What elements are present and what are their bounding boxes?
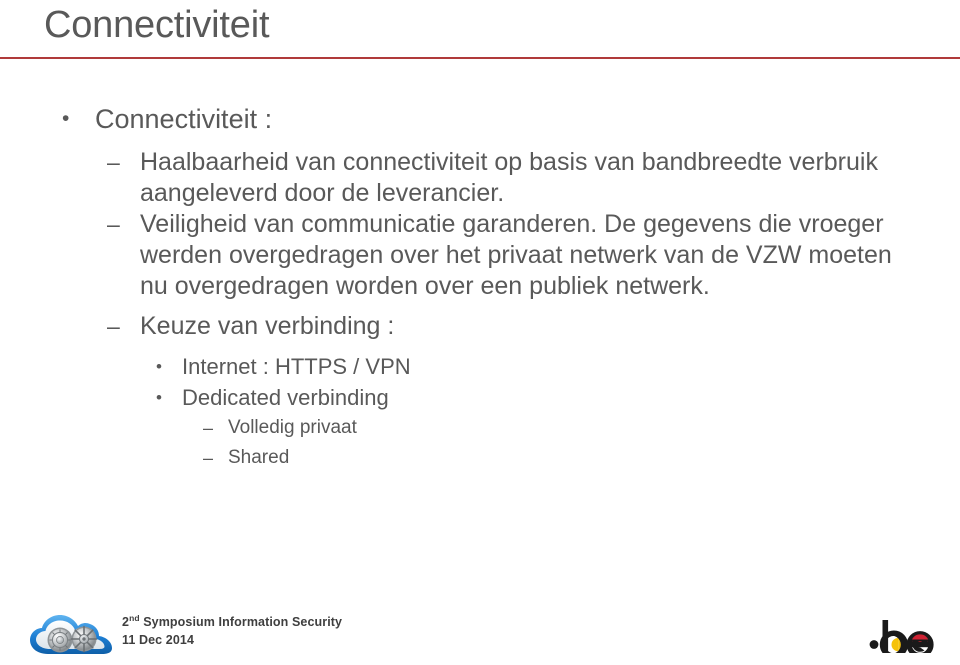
dash-marker: – [203, 418, 214, 438]
list-item: – Keuze van verbinding : [0, 311, 960, 342]
list-item-text: Volledig privaat [228, 417, 357, 438]
list-item-text: Shared [228, 447, 290, 468]
footer-event-number: 2 [122, 615, 130, 629]
slide-footer: 2nd Symposium Information Security 11 De… [0, 603, 960, 665]
dash-marker: – [107, 149, 120, 175]
slide-body: • Connectiviteit : – Haalbaarheid van co… [0, 100, 960, 473]
vault-dial-right [70, 625, 98, 653]
list-item-text: Dedicated verbinding [182, 385, 389, 410]
dash-marker: – [107, 211, 120, 237]
list-item: • Dedicated verbinding [0, 382, 960, 413]
list-item: – Haalbaarheid van connectiviteit op bas… [0, 147, 960, 209]
cloud-security-logo [30, 615, 112, 654]
list-item: – Veiligheid van communicatie garanderen… [0, 209, 960, 302]
bullet-marker: • [62, 107, 70, 130]
list-item: • Connectiviteit : [0, 100, 960, 138]
footer-event-name: 2nd Symposium Information Security [122, 613, 342, 631]
bullet-marker: • [156, 357, 162, 376]
footer-event-date: 11 Dec 2014 [122, 633, 194, 647]
list-item-text: Veiligheid van communicatie garanderen. … [140, 210, 892, 300]
list-item: • Internet : HTTPS / VPN [0, 351, 960, 382]
page-title: Connectiviteit [44, 4, 270, 46]
title-divider [0, 57, 960, 59]
footer-event-ordinal: nd [129, 612, 140, 623]
footer-event-info: 2nd Symposium Information Security 11 De… [122, 613, 342, 649]
vault-dial-left [47, 627, 73, 653]
dash-marker: – [107, 313, 120, 339]
list-item-text: Internet : HTTPS / VPN [182, 354, 411, 379]
list-item: – Volledig privaat [0, 413, 960, 443]
bullet-marker: • [156, 388, 162, 407]
list-item-text: Haalbaarheid van connectiviteit op basis… [140, 148, 878, 207]
list-item: – Shared [0, 443, 960, 473]
list-item-text: Connectiviteit : [95, 104, 273, 134]
footer-event-title: Symposium Information Security [139, 615, 343, 629]
list-item-text: Keuze van verbinding : [140, 312, 395, 340]
dash-marker: – [203, 448, 214, 468]
dot-be-logo [869, 620, 934, 653]
